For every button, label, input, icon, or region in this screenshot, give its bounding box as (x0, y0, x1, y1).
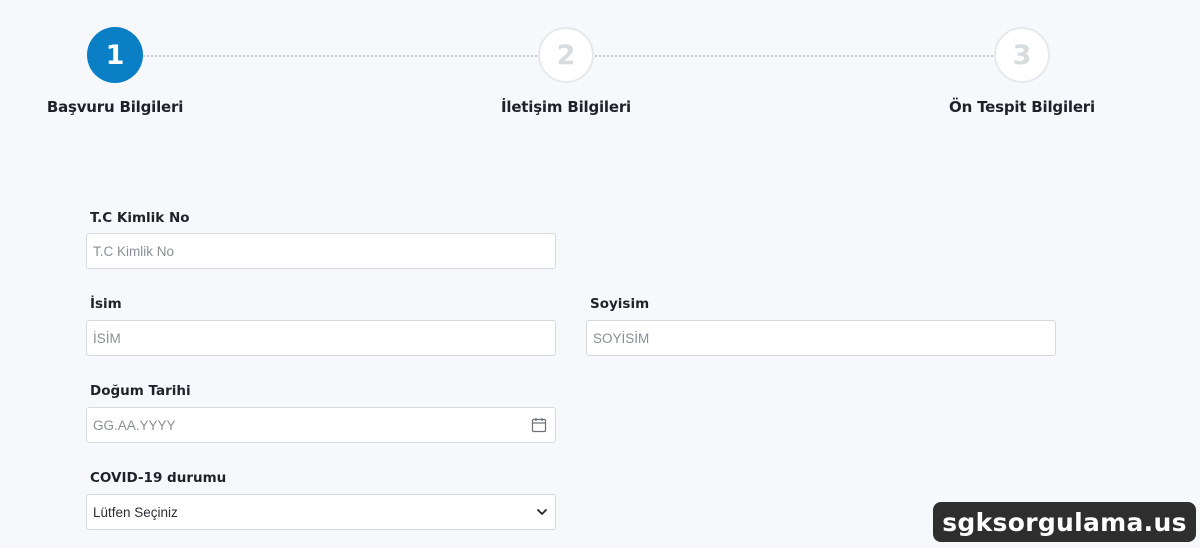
step-2-circle[interactable]: 2 (538, 27, 594, 83)
tc-field[interactable] (86, 233, 556, 269)
surname-label: Soyisim (590, 296, 650, 312)
stepper: 1 2 3 Başvuru Bilgileri İletişim Bilgile… (0, 0, 1200, 140)
step-1-circle[interactable]: 1 (87, 27, 143, 83)
calendar-icon[interactable] (531, 417, 547, 433)
watermark: sgksorgulama.us (933, 502, 1196, 542)
tc-label: T.C Kimlik No (90, 210, 190, 226)
step-3-number: 3 (1012, 39, 1032, 71)
tc-input[interactable] (87, 234, 555, 268)
name-label: İsim (90, 296, 122, 312)
birthdate-label: Doğum Tarihi (90, 383, 191, 399)
birthdate-field[interactable] (86, 407, 556, 443)
covid-label: COVID-19 durumu (90, 470, 227, 486)
step-1-number: 1 (105, 39, 125, 71)
name-field[interactable] (86, 320, 556, 356)
name-input[interactable] (87, 321, 555, 355)
step-3-label: Ön Tespit Bilgileri (949, 98, 1095, 116)
step-2-label: İletişim Bilgileri (501, 98, 631, 116)
covid-select[interactable]: Lütfen Seçiniz (86, 494, 556, 530)
step-3-circle[interactable]: 3 (994, 27, 1050, 83)
step-2-number: 2 (556, 39, 576, 71)
step-1-label: Başvuru Bilgileri (46, 98, 184, 116)
step-connector-1-2 (143, 55, 537, 57)
surname-input[interactable] (587, 321, 1055, 355)
birthdate-input[interactable] (87, 408, 555, 442)
chevron-down-icon (537, 509, 547, 515)
surname-field[interactable] (586, 320, 1056, 356)
covid-select-value: Lütfen Seçiniz (93, 504, 178, 520)
step-connector-2-3 (595, 55, 993, 57)
